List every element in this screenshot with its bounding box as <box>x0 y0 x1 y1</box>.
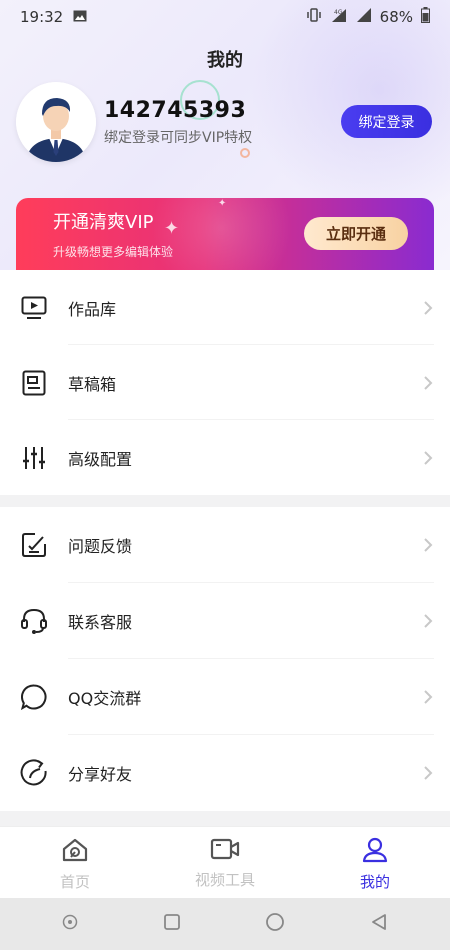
menu-group-support: 问题反馈 联系客服 QQ交流群 分享好友 <box>0 507 450 811</box>
bottom-tab-bar: 首页 视频工具 我的 <box>0 826 450 898</box>
bind-login-button[interactable]: 绑定登录 <box>341 105 432 138</box>
feedback-icon <box>20 531 48 559</box>
vip-banner[interactable]: ✦ ✦ 开通清爽VIP 升级畅想更多编辑体验 立即开通 <box>16 198 434 272</box>
menu-item-feedback[interactable]: 问题反馈 <box>0 507 450 583</box>
vip-subtitle: 升级畅想更多编辑体验 <box>53 245 174 259</box>
status-time: 19:32 <box>20 8 64 26</box>
back-icon[interactable] <box>370 913 388 935</box>
battery-icon <box>421 7 430 27</box>
chevron-right-icon <box>422 300 434 316</box>
chevron-right-icon <box>422 613 434 629</box>
chevron-right-icon <box>422 689 434 705</box>
chat-bubble-icon <box>20 683 48 711</box>
header-decoration-dot <box>240 148 250 158</box>
menu-item-customer-service[interactable]: 联系客服 <box>0 583 450 659</box>
menu-item-qq-group[interactable]: QQ交流群 <box>0 659 450 735</box>
menu-item-advanced-settings[interactable]: 高级配置 <box>0 420 450 495</box>
menu-item-share-friends[interactable]: 分享好友 <box>0 735 450 811</box>
chevron-right-icon <box>422 450 434 466</box>
battery-percent: 68% <box>379 8 413 26</box>
home-icon <box>61 837 89 867</box>
avatar[interactable] <box>16 82 96 162</box>
menu-item-label: 作品库 <box>68 299 117 319</box>
sliders-icon <box>20 444 48 472</box>
video-library-icon <box>20 294 48 322</box>
tab-mine[interactable]: 我的 <box>300 827 450 898</box>
status-bar: 19:32 4G 68% <box>0 0 450 34</box>
bind-hint-text: 绑定登录可同步VIP特权 <box>104 130 253 146</box>
vibrate-icon <box>306 7 322 27</box>
group-divider <box>0 811 450 826</box>
headset-icon <box>20 607 48 635</box>
vip-title: 开通清爽VIP <box>53 212 154 233</box>
vip-activate-button[interactable]: 立即开通 <box>304 217 408 250</box>
share-icon <box>20 759 48 787</box>
assistant-icon[interactable] <box>62 914 78 934</box>
menu-item-label: 高级配置 <box>68 449 133 469</box>
chevron-right-icon <box>422 375 434 391</box>
menu-item-label: 问题反馈 <box>68 537 133 556</box>
menu-item-works-library[interactable]: 作品库 <box>0 270 450 345</box>
menu-item-label: QQ交流群 <box>68 689 142 708</box>
video-camera-icon <box>210 837 240 865</box>
system-navigation-bar <box>0 898 450 950</box>
menu-group-works: 作品库 草稿箱 高级配置 <box>0 270 450 495</box>
recents-icon[interactable] <box>163 913 181 935</box>
tab-label: 首页 <box>59 873 90 891</box>
chevron-right-icon <box>422 537 434 553</box>
tab-label: 我的 <box>359 873 390 891</box>
user-icon <box>362 837 388 867</box>
menu-item-drafts[interactable]: 草稿箱 <box>0 345 450 420</box>
menu-item-label: 联系客服 <box>68 613 133 632</box>
tab-home[interactable]: 首页 <box>0 827 150 898</box>
image-notification-icon <box>73 8 87 26</box>
signal-icon <box>356 7 372 27</box>
tab-label: 视频工具 <box>194 871 255 889</box>
page-title: 我的 <box>207 50 243 71</box>
menu-item-label: 草稿箱 <box>68 374 117 394</box>
chevron-right-icon <box>422 765 434 781</box>
signal-4g-icon: 4G <box>330 7 348 27</box>
group-divider <box>0 495 450 507</box>
drafts-icon <box>20 369 48 397</box>
sparkle-small-icon: ✦ <box>218 198 227 209</box>
tab-video-tools[interactable]: 视频工具 <box>150 827 300 898</box>
sparkle-icon: ✦ <box>164 218 180 239</box>
user-id: 142745393 <box>104 98 247 123</box>
home-circle-icon[interactable] <box>265 912 285 936</box>
svg-text:4G: 4G <box>334 9 343 16</box>
menu-item-label: 分享好友 <box>68 765 133 784</box>
